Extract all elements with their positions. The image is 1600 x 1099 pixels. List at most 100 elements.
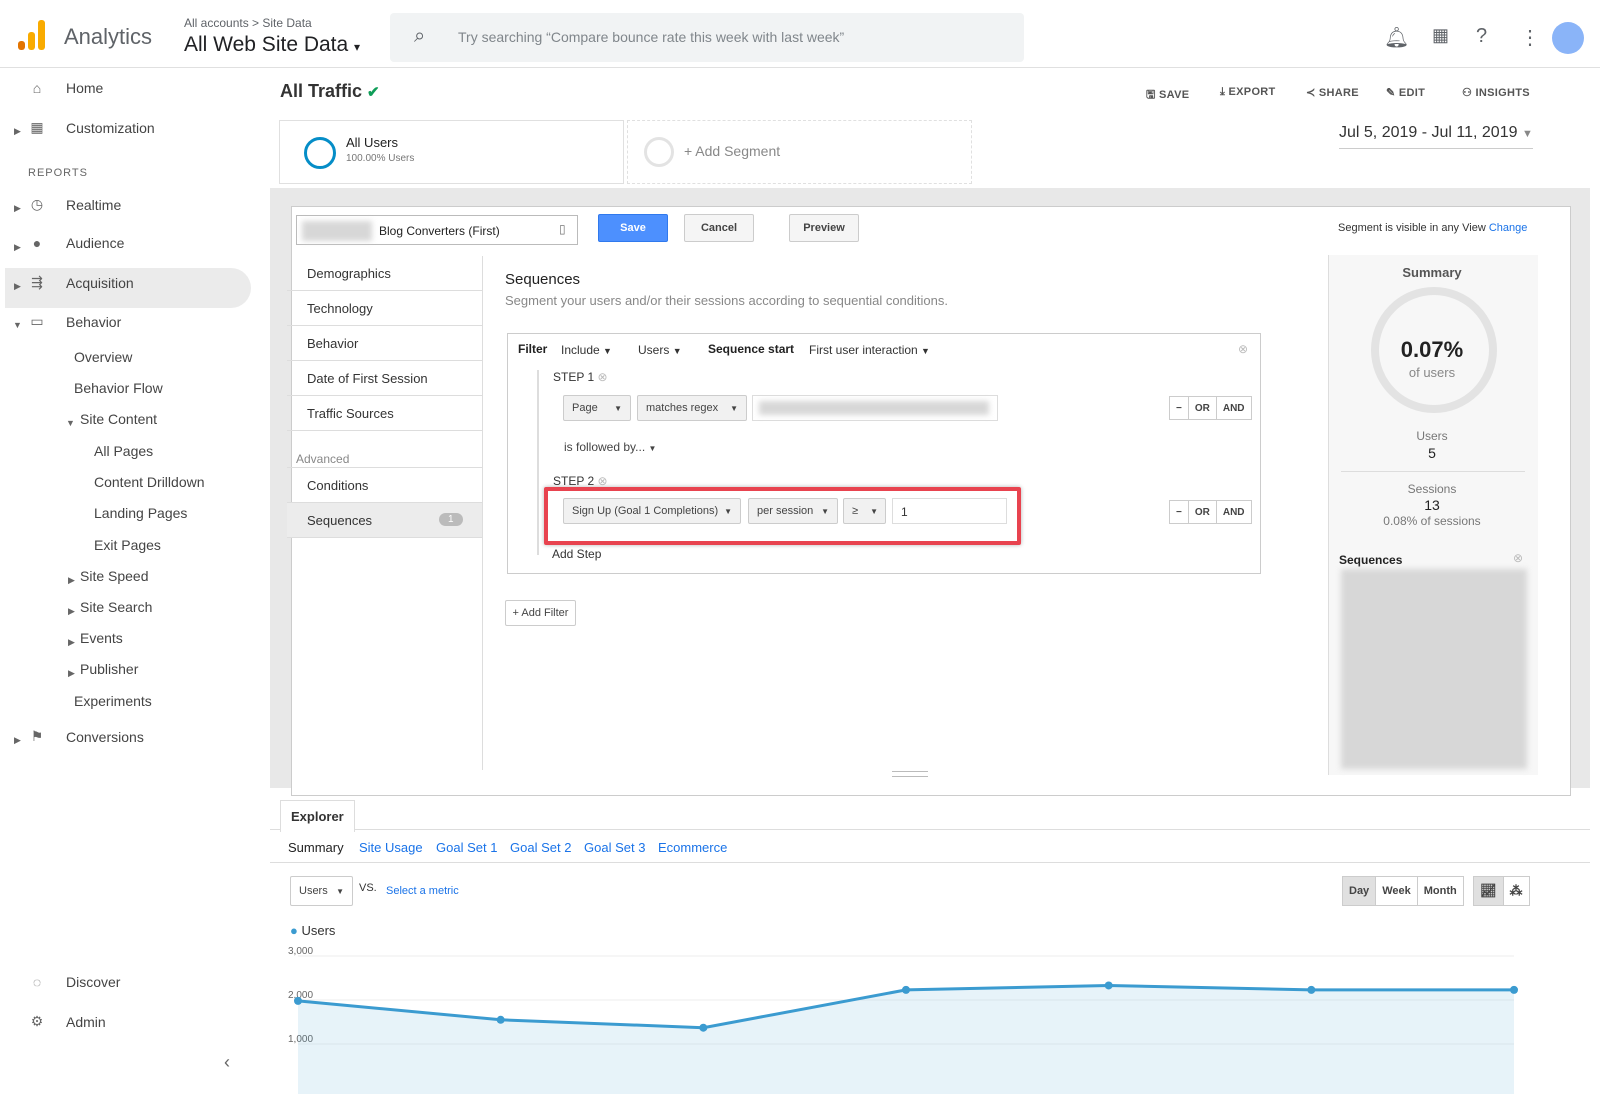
collapse-sidebar-icon[interactable]: ‹ (224, 1052, 230, 1073)
chevron-down-icon[interactable]: ▼ (66, 418, 75, 428)
subtab-goal-set-2[interactable]: Goal Set 2 (510, 840, 571, 855)
subtab-goal-set-3[interactable]: Goal Set 3 (584, 840, 645, 855)
sidebar-item-acquisition[interactable]: ⇶ Acquisition (28, 274, 134, 291)
sidebar-item-audience[interactable]: ● Audience (28, 235, 125, 251)
tab-explorer[interactable]: Explorer (280, 800, 355, 832)
sidebar-item-overview[interactable]: Overview (74, 349, 132, 365)
remove-step-icon[interactable]: ⊗ (597, 370, 607, 384)
more-vert-icon[interactable]: ⋮ (1520, 25, 1540, 50)
or-button[interactable]: OR (1189, 501, 1217, 523)
or-button[interactable]: OR (1189, 397, 1217, 419)
category-traffic-sources[interactable]: Traffic Sources (287, 396, 482, 431)
sidebar-item-events[interactable]: Events (80, 630, 123, 646)
segment-save-button[interactable]: Save (598, 214, 668, 242)
property-selector[interactable]: All Web Site Data ▾ (184, 33, 360, 57)
segment-cancel-button[interactable]: Cancel (684, 214, 754, 242)
motion-chart-icon[interactable]: ⁂ (1504, 877, 1529, 905)
sidebar-item-content-drilldown[interactable]: Content Drilldown (94, 474, 205, 490)
add-filter-button[interactable]: + Add Filter (505, 600, 576, 626)
sequence-start-dropdown[interactable]: First user interaction ▼ (809, 343, 930, 357)
search-input[interactable]: Try searching “Compare bounce rate this … (458, 29, 844, 45)
analytics-logo[interactable] (18, 20, 46, 50)
chevron-down-icon[interactable]: ▼ (13, 320, 22, 330)
export-button[interactable]: ⤓ EXPORT (1220, 86, 1276, 99)
subtab-ecommerce[interactable]: Ecommerce (658, 840, 727, 855)
sidebar-item-customization[interactable]: ▦ Customization (28, 119, 154, 136)
insights-button[interactable]: ⚇ INSIGHTS (1462, 86, 1530, 99)
bell-icon[interactable]: 🔔︎ (1384, 25, 1409, 50)
chevron-right-icon[interactable]: ▶ (14, 242, 21, 253)
sidebar-item-exit-pages[interactable]: Exit Pages (94, 537, 161, 553)
and-button[interactable]: AND (1217, 501, 1251, 523)
change-link[interactable]: Change (1489, 222, 1528, 234)
and-button[interactable]: AND (1217, 397, 1251, 419)
goal-count-input[interactable]: 1 (892, 498, 1007, 524)
day-button[interactable]: Day (1343, 877, 1377, 905)
remove-condition-button[interactable]: − (1170, 397, 1189, 419)
scope-dropdown[interactable]: Users ▼ (638, 343, 682, 357)
include-dropdown[interactable]: Include ▼ (561, 343, 612, 357)
select-metric-link[interactable]: Select a metric (386, 885, 459, 897)
chevron-right-icon[interactable]: ▶ (14, 735, 21, 746)
sidebar-item-admin[interactable]: ⚙ Admin (28, 1013, 106, 1030)
sidebar-item-behavior-flow[interactable]: Behavior Flow (74, 380, 163, 396)
sidebar-item-behavior[interactable]: ▭ Behavior (28, 313, 121, 330)
match-type-dropdown[interactable]: matches regex ▼ (637, 395, 747, 421)
category-technology[interactable]: Technology (287, 291, 482, 326)
subtab-site-usage[interactable]: Site Usage (359, 840, 423, 855)
goal-dropdown[interactable]: Sign Up (Goal 1 Completions) ▼ (563, 498, 741, 524)
chevron-right-icon[interactable]: ▶ (14, 126, 21, 137)
metric-dropdown[interactable]: Users ▼ (290, 876, 353, 906)
category-sequences[interactable]: Sequences 1 (287, 503, 482, 538)
line-chart-icon[interactable]: 📈︎ (1474, 877, 1504, 905)
category-behavior[interactable]: Behavior (287, 326, 482, 361)
remove-step-icon[interactable]: ⊗ (597, 474, 607, 488)
sidebar-item-site-content[interactable]: Site Content (80, 411, 157, 427)
close-icon[interactable]: ⊗ (1513, 551, 1523, 565)
remove-condition-button[interactable]: − (1170, 501, 1189, 523)
sidebar-item-home[interactable]: ⌂ Home (28, 80, 104, 96)
chevron-right-icon[interactable]: ▶ (68, 668, 75, 679)
apps-grid-icon[interactable]: ▦ (1432, 25, 1449, 46)
chevron-right-icon[interactable]: ▶ (14, 203, 21, 214)
edit-button[interactable]: ✎ EDIT (1386, 86, 1425, 99)
breadcrumb[interactable]: All accounts > Site Data (184, 16, 312, 30)
sidebar-item-experiments[interactable]: Experiments (74, 693, 152, 709)
help-icon[interactable]: ? (1476, 25, 1487, 48)
sidebar-item-publisher[interactable]: Publisher (80, 661, 138, 677)
category-demographics[interactable]: Demographics (287, 256, 482, 291)
chevron-right-icon[interactable]: ▶ (68, 637, 75, 648)
resize-handle[interactable] (892, 771, 928, 777)
operator-dropdown[interactable]: ≥ ▼ (843, 498, 886, 524)
dimension-dropdown[interactable]: Page ▼ (563, 395, 631, 421)
per-session-dropdown[interactable]: per session ▼ (748, 498, 838, 524)
sidebar-item-site-speed[interactable]: Site Speed (80, 568, 149, 584)
subtab-summary[interactable]: Summary (288, 840, 344, 855)
category-date-first-session[interactable]: Date of First Session (287, 361, 482, 396)
chevron-right-icon[interactable]: ▶ (68, 606, 75, 617)
regex-value-input[interactable] (752, 395, 998, 421)
avatar[interactable] (1552, 22, 1584, 54)
segment-name-field[interactable]: Blog Converters (First) ▯ (296, 215, 578, 245)
sidebar-item-landing-pages[interactable]: Landing Pages (94, 505, 187, 521)
chevron-right-icon[interactable]: ▶ (68, 575, 75, 586)
month-button[interactable]: Month (1418, 877, 1463, 905)
segment-preview-button[interactable]: Preview (789, 214, 859, 242)
sidebar-item-realtime[interactable]: ◷ Realtime (28, 196, 121, 213)
save-button[interactable]: 🖫︎ SAVE (1146, 86, 1189, 105)
category-conditions[interactable]: Conditions (287, 468, 482, 503)
sidebar-item-conversions[interactable]: ⚑ Conversions (28, 728, 144, 745)
search-box[interactable]: ⌕ Try searching “Compare bounce rate thi… (390, 13, 1024, 62)
date-range-picker[interactable]: Jul 5, 2019 - Jul 11, 2019 ▼ (1339, 124, 1533, 149)
sidebar-item-site-search[interactable]: Site Search (80, 599, 152, 615)
sidebar-item-all-pages[interactable]: All Pages (94, 443, 153, 459)
add-step-button[interactable]: Add Step (552, 547, 601, 561)
add-segment-card[interactable]: + Add Segment (627, 120, 972, 184)
share-button[interactable]: ≺ SHARE (1306, 86, 1359, 99)
sidebar-item-discover[interactable]: ◌ Discover (28, 974, 121, 990)
segment-all-users[interactable]: All Users 100.00% Users (279, 120, 624, 184)
subtab-goal-set-1[interactable]: Goal Set 1 (436, 840, 497, 855)
week-button[interactable]: Week (1376, 877, 1418, 905)
followed-by-dropdown[interactable]: is followed by... ▼ (564, 440, 656, 454)
remove-filter-icon[interactable]: ⊗ (1238, 342, 1248, 356)
